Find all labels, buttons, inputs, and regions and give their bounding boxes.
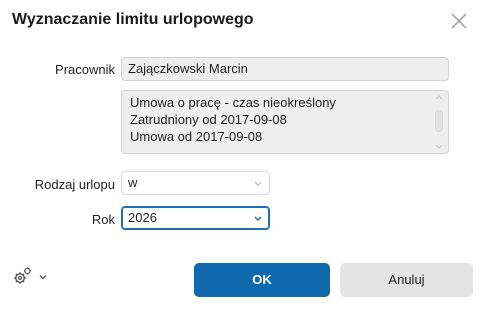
close-button[interactable] (447, 9, 471, 33)
info-scrollbar[interactable] (433, 94, 445, 150)
contract-since-line: Umowa od 2017-09-08 (130, 129, 263, 144)
settings-menu-button[interactable] (12, 264, 52, 288)
leave-type-label: Rodzaj urlopu (34, 177, 115, 192)
dialog-title: Wyznaczanie limitu urlopowego (12, 11, 254, 28)
contract-info-box: Umowa o pracę - czas nieokreślony Zatrud… (121, 90, 449, 154)
year-label: Rok (91, 212, 115, 227)
employed-since-line: Zatrudniony od 2017-09-08 (130, 112, 287, 127)
leave-limit-dialog: Wyznaczanie limitu urlopowego Pracownik … (0, 0, 486, 318)
employee-label: Pracownik (55, 62, 115, 77)
gear-icon (14, 267, 32, 284)
cancel-button[interactable]: Anuluj (340, 263, 473, 297)
leave-type-select[interactable]: w (121, 171, 270, 195)
scroll-thumb[interactable] (435, 110, 443, 132)
chevron-down-icon (254, 216, 262, 221)
leave-type-value: w (128, 175, 138, 190)
scroll-up-icon[interactable] (435, 94, 443, 100)
year-value: 2026 (128, 210, 157, 225)
chevron-down-icon (254, 181, 262, 186)
close-icon (451, 13, 467, 29)
scroll-down-icon[interactable] (435, 144, 443, 150)
contract-type-line: Umowa o pracę - czas nieokreślony (130, 95, 336, 110)
chevron-down-icon (39, 275, 47, 280)
employee-field: Zajączkowski Marcin (121, 57, 449, 81)
year-select[interactable]: 2026 (121, 206, 270, 230)
ok-button[interactable]: OK (194, 263, 330, 297)
